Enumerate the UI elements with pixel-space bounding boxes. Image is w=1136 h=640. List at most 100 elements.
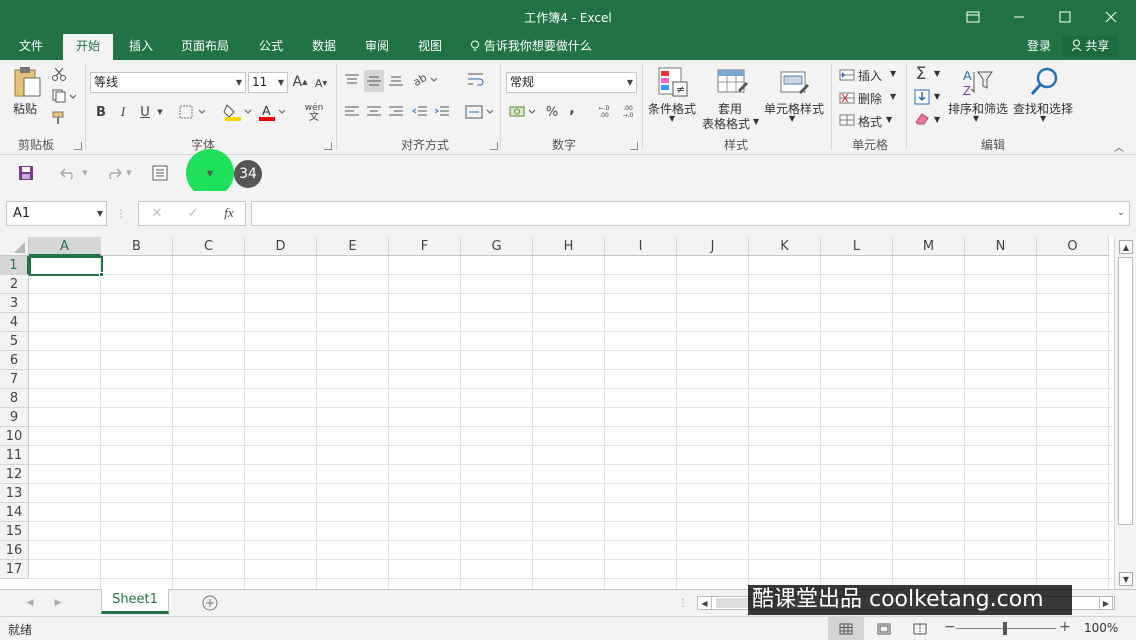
- align-top-icon[interactable]: [342, 70, 362, 90]
- tab-review[interactable]: 审阅: [356, 34, 398, 60]
- zoom-out-icon[interactable]: −: [944, 619, 956, 635]
- number-format-combo[interactable]: 常规 ▼: [506, 72, 637, 93]
- conditional-formatting-icon[interactable]: ≠: [656, 66, 690, 98]
- normal-view-icon[interactable]: [837, 621, 855, 637]
- enter-icon[interactable]: ✓: [184, 204, 202, 222]
- chevron-down-icon[interactable]: ▼: [124, 167, 134, 179]
- delete-cells-label[interactable]: 删除: [858, 90, 882, 107]
- close-icon[interactable]: [1088, 0, 1134, 34]
- page-break-view-icon[interactable]: [911, 621, 929, 637]
- prev-sheet-icon[interactable]: ◀: [24, 596, 36, 610]
- row-header[interactable]: 17: [0, 560, 29, 579]
- decrease-decimal-icon[interactable]: .00 →.0: [618, 103, 638, 121]
- column-header[interactable]: I: [605, 237, 677, 256]
- delete-cells-icon[interactable]: [838, 90, 856, 106]
- tab-page-layout[interactable]: 页面布局: [172, 34, 238, 60]
- column-header[interactable]: K: [749, 237, 821, 256]
- zoom-in-icon[interactable]: +: [1059, 619, 1071, 635]
- column-header[interactable]: B: [101, 237, 173, 256]
- grow-font-icon[interactable]: A ▲: [292, 73, 308, 91]
- column-header[interactable]: M: [893, 237, 965, 256]
- comma-button[interactable]: ,: [565, 100, 579, 118]
- align-middle-icon[interactable]: [364, 70, 384, 92]
- alignment-launcher-icon[interactable]: [490, 142, 498, 150]
- format-painter-icon[interactable]: [50, 110, 68, 126]
- scroll-up-icon[interactable]: ▲: [1119, 240, 1133, 254]
- autosum-icon[interactable]: Σ: [912, 64, 930, 84]
- percent-button[interactable]: %: [543, 103, 561, 121]
- add-sheet-icon[interactable]: [201, 594, 219, 612]
- formula-input[interactable]: [251, 201, 1130, 226]
- increase-indent-icon[interactable]: [432, 103, 452, 121]
- insert-cells-label[interactable]: 插入: [858, 67, 882, 84]
- row-header[interactable]: 10: [0, 427, 29, 446]
- insert-function-icon[interactable]: fx: [220, 204, 238, 222]
- save-icon[interactable]: [16, 164, 36, 182]
- insert-cells-icon[interactable]: [838, 67, 856, 83]
- underline-button[interactable]: U: [136, 103, 154, 121]
- drag-handle-icon[interactable]: ⋮: [116, 205, 126, 223]
- tab-file[interactable]: 文件: [8, 34, 54, 60]
- wrap-text-icon[interactable]: [464, 70, 488, 90]
- customize-qat-dropdown-icon[interactable]: ▼: [202, 167, 218, 179]
- sheet-tab-sheet1[interactable]: Sheet1: [101, 589, 169, 614]
- chevron-down-icon[interactable]: ▼: [80, 167, 90, 179]
- zoom-slider-thumb[interactable]: [1003, 622, 1007, 635]
- cell-styles-icon[interactable]: [778, 66, 812, 98]
- row-header[interactable]: 11: [0, 446, 29, 465]
- collapse-ribbon-icon[interactable]: ︿: [1112, 140, 1126, 154]
- undo-icon[interactable]: [58, 164, 80, 182]
- active-cell-a1[interactable]: [29, 256, 103, 276]
- vertical-scrollbar[interactable]: ▲ ▼: [1114, 237, 1136, 589]
- column-header[interactable]: G: [461, 237, 533, 256]
- column-header[interactable]: H: [533, 237, 605, 256]
- borders-icon[interactable]: [178, 103, 210, 121]
- chevron-down-icon[interactable]: ▼: [155, 106, 165, 118]
- name-box[interactable]: A1 ▼: [6, 201, 107, 226]
- shrink-font-icon[interactable]: A ▼: [313, 75, 329, 91]
- select-all-corner[interactable]: [0, 237, 29, 256]
- column-header[interactable]: F: [389, 237, 461, 256]
- tab-data[interactable]: 数据: [303, 34, 345, 60]
- row-header[interactable]: 1: [0, 256, 29, 275]
- align-left-icon[interactable]: [342, 103, 362, 121]
- scroll-left-icon[interactable]: ◀: [698, 597, 712, 609]
- column-header[interactable]: N: [965, 237, 1037, 256]
- clear-icon[interactable]: [912, 110, 932, 128]
- column-header[interactable]: A: [29, 237, 101, 256]
- font-name-combo[interactable]: 等线 ▼: [90, 72, 246, 93]
- row-header[interactable]: 14: [0, 503, 29, 522]
- maximize-icon[interactable]: [1042, 0, 1088, 34]
- row-header[interactable]: 6: [0, 351, 29, 370]
- ribbon-display-options-icon[interactable]: [950, 0, 996, 34]
- row-header[interactable]: 2: [0, 275, 29, 294]
- column-header[interactable]: L: [821, 237, 893, 256]
- row-header[interactable]: 5: [0, 332, 29, 351]
- tab-insert[interactable]: 插入: [120, 34, 162, 60]
- expand-formula-bar-icon[interactable]: ⌄: [1116, 207, 1126, 219]
- row-header[interactable]: 13: [0, 484, 29, 503]
- copy-icon[interactable]: [50, 88, 78, 104]
- number-launcher-icon[interactable]: [630, 142, 638, 150]
- zoom-level[interactable]: 100%: [1084, 621, 1118, 635]
- cut-icon[interactable]: [50, 66, 68, 82]
- row-header[interactable]: 4: [0, 313, 29, 332]
- vertical-scroll-thumb[interactable]: [1118, 257, 1133, 525]
- share-button[interactable]: 共享: [1062, 36, 1118, 58]
- fill-handle[interactable]: [99, 272, 104, 277]
- accounting-format-icon[interactable]: [508, 103, 540, 121]
- row-header[interactable]: 9: [0, 408, 29, 427]
- tell-me-box[interactable]: 告诉我你想要做什么: [470, 34, 610, 60]
- font-launcher-icon[interactable]: [324, 142, 332, 150]
- cancel-icon[interactable]: ✕: [148, 204, 166, 222]
- column-header[interactable]: J: [677, 237, 749, 256]
- page-layout-view-icon[interactable]: [875, 621, 893, 637]
- orientation-icon[interactable]: ab: [410, 70, 442, 90]
- format-as-table-icon[interactable]: [715, 66, 749, 98]
- row-header[interactable]: 8: [0, 389, 29, 408]
- decrease-indent-icon[interactable]: [410, 103, 430, 121]
- paste-button[interactable]: [11, 66, 43, 98]
- row-header[interactable]: 15: [0, 522, 29, 541]
- row-header[interactable]: 16: [0, 541, 29, 560]
- column-header[interactable]: D: [245, 237, 317, 256]
